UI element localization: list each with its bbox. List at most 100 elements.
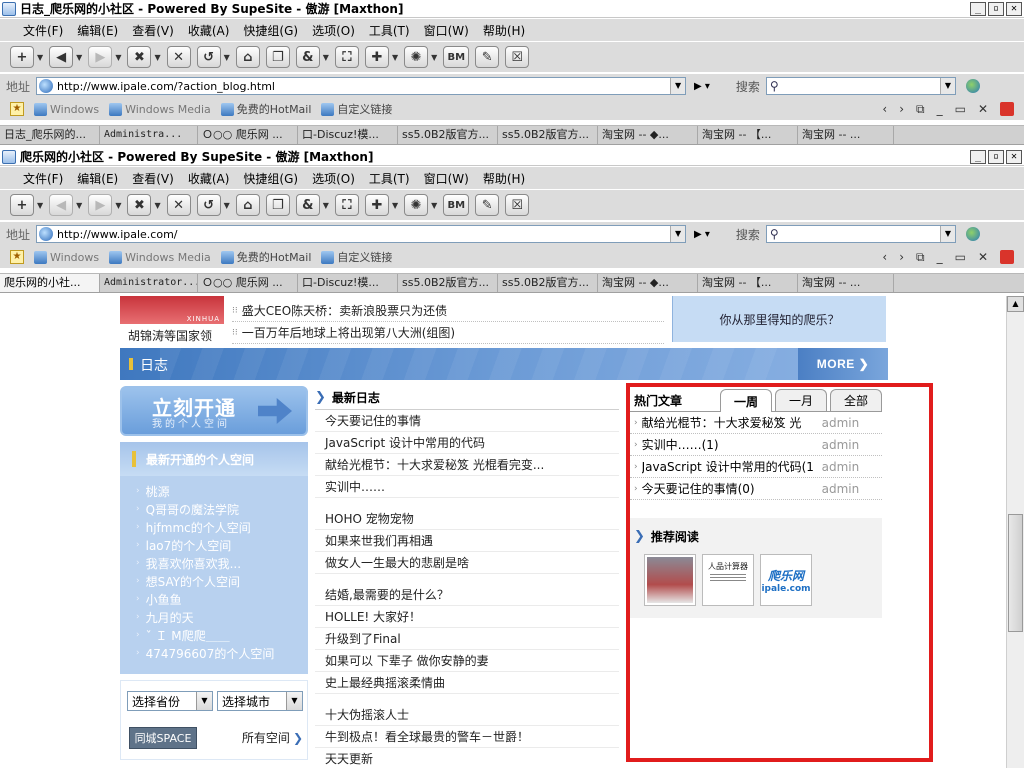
all-spaces-link[interactable]: 所有空间 ❯ [242,729,303,746]
tab-item[interactable]: 淘宝网 -- 【... [698,126,798,144]
tab-item[interactable]: ss5.0B2版官方... [498,274,598,292]
cart-icon[interactable] [1000,249,1014,264]
menu-view[interactable]: 查看(V) [125,22,181,39]
tab-item[interactable]: 淘宝网 -- ◆... [598,126,698,144]
stop-icon[interactable]: ✕ [166,46,191,68]
blog-post-link[interactable]: 升级到了Final [315,628,619,650]
blog-post-link[interactable]: 天天更新 [315,748,619,768]
menu-options[interactable]: 选项(O) [305,170,362,187]
space-link[interactable]: › 我喜欢你喜欢我... [120,554,308,572]
link-windows[interactable]: Windows [34,250,99,264]
plugin-icon[interactable]: ✚ [364,194,389,216]
home-icon[interactable]: ⌂ [235,194,260,216]
minimize-button[interactable]: _ [970,149,986,164]
search-engine-icon[interactable] [965,79,980,93]
blog-post-link[interactable]: 如果可以 下辈子 做你安静的妻 [315,650,619,672]
bug-icon[interactable]: ✺ [404,194,429,216]
blog-post-link[interactable]: 献给光棍节：十大求爱秘笈 光棍看完变... [315,454,619,476]
link-custom[interactable]: 自定义链接 [321,101,392,117]
blog-post-link[interactable]: 做女人一生最大的悲剧是啥 [315,552,619,574]
maximize-button[interactable]: ▫ [988,1,1004,16]
menu-edit[interactable]: 编辑(E) [70,22,125,39]
groups-icon[interactable]: & [295,46,320,68]
address-dropdown-icon[interactable]: ▼ [670,78,686,94]
favorites-book-icon[interactable]: ❐ [265,194,290,216]
tools-icon[interactable]: ✎ [475,46,500,68]
close-button[interactable]: ✕ [1006,149,1022,164]
close-icon[interactable]: ☒ [505,194,530,216]
city-space-button[interactable]: 同城SPACE [129,727,197,749]
tab-item[interactable]: Ｏ○○ 爬乐网 ... [198,274,298,292]
favorites-book-icon[interactable]: ❐ [265,46,290,68]
fullscreen-icon[interactable]: ⛶ [334,194,359,216]
tab-item[interactable]: 淘宝网 -- 【... [698,274,798,292]
province-select[interactable]: 选择省份 ▼ [127,691,213,711]
search-dropdown-icon[interactable]: ▼ [939,226,955,242]
refresh-dropdown-icon[interactable]: ▼ [224,201,230,210]
menu-groups[interactable]: 快捷组(G) [236,170,305,187]
space-link[interactable]: › lao7的个人空间 [120,536,308,554]
home-icon[interactable]: ⌂ [235,46,260,68]
back-icon[interactable]: ◀ [49,46,74,68]
open-space-banner[interactable]: 立刻开通 我的个人空间 [120,386,308,436]
space-link[interactable]: › 想SAY的个人空间 [120,572,308,590]
next-icon[interactable]: › [899,102,904,117]
scrollbar-thumb[interactable] [1008,514,1023,632]
link-windows[interactable]: Windows [34,102,99,116]
tab-item[interactable]: 淘宝网 -- ◆... [598,274,698,292]
space-link[interactable]: › ˇ Ｉ Μ爬爬＿＿ [120,626,308,644]
space-link[interactable]: › 桃源 [120,482,308,500]
back-icon[interactable]: ◀ [49,194,74,216]
bookmark-button[interactable]: BM [443,46,470,68]
new-tab-dropdown-icon[interactable]: ▼ [37,201,43,210]
menu-options[interactable]: 选项(O) [305,22,362,39]
space-link[interactable]: › hjfmmc的个人空间 [120,518,308,536]
blog-post-link[interactable]: 今天要记住的事情 [315,410,619,432]
city-select[interactable]: 选择城市 ▼ [217,691,303,711]
fullscreen-icon[interactable]: ⛶ [334,46,359,68]
favorites-star-icon[interactable]: ★ [10,102,24,116]
restore-icon[interactable]: ▭ [955,102,966,117]
minimize-button[interactable]: _ [970,1,986,16]
poll-question[interactable]: 你从那里得知的爬乐？ [672,296,886,342]
menu-tools[interactable]: 工具(T) [362,22,417,39]
new-tab-dropdown-icon[interactable]: ▼ [37,53,43,62]
minimize-icon[interactable]: _ [937,102,943,117]
forward-icon[interactable]: ▶ [88,194,113,216]
close-icon[interactable]: ✕ [978,102,988,117]
link-hotmail[interactable]: 免费的HotMail [220,101,311,117]
menu-groups[interactable]: 快捷组(G) [236,22,305,39]
close-tabs-dropdown-icon[interactable]: ▼ [154,201,160,210]
blog-post-link[interactable]: 史上最经典摇滚柔情曲 [315,672,619,694]
tile-icon[interactable]: ⧉ [916,102,925,117]
tab-item[interactable]: 日志_爬乐网的... [0,126,100,144]
bug-icon[interactable]: ✺ [404,46,429,68]
forward-icon[interactable]: ▶ [88,46,113,68]
back-dropdown-icon[interactable]: ▼ [76,201,82,210]
close-tabs-dropdown-icon[interactable]: ▼ [154,53,160,62]
menu-view[interactable]: 查看(V) [125,170,181,187]
blog-post-link[interactable]: HOLLE! 大家好！ [315,606,619,628]
tile-icon[interactable]: ⧉ [916,250,925,265]
bug-dropdown-icon[interactable]: ▼ [431,201,437,210]
search-input[interactable]: ⚲ ▼ [765,225,956,243]
blog-post-link[interactable]: 实训中…… [315,476,619,498]
close-tabs-icon[interactable]: ✖ [127,194,152,216]
plugin-dropdown-icon[interactable]: ▼ [392,201,398,210]
blog-post-link[interactable]: HOHO 宠物宠物 [315,508,619,530]
news-item[interactable]: ⁝⁝ 一百万年后地球上将出现第八大洲(组图) [232,322,664,344]
tab-item[interactable]: 淘宝网 -- ... [798,274,894,292]
close-icon[interactable]: ✕ [978,250,988,265]
tab-item-active[interactable]: 爬乐网的小社... [0,274,100,292]
new-tab-icon[interactable]: + [10,46,34,68]
menu-favorites[interactable]: 收藏(A) [181,170,237,187]
refresh-icon[interactable]: ↺ [196,46,221,68]
tab-item[interactable]: 口-Discuz!模... [298,274,398,292]
prev-icon[interactable]: ‹ [882,250,887,265]
tab-item[interactable]: 淘宝网 -- ... [798,126,894,144]
restore-icon[interactable]: ▭ [955,250,966,265]
search-dropdown-icon[interactable]: ▼ [939,78,955,94]
news-item[interactable]: ⁝⁝ 盛大CEO陈天桥：卖新浪股票只为还债 [232,300,664,322]
next-icon[interactable]: › [899,250,904,265]
menu-file[interactable]: 文件(F) [16,170,70,187]
